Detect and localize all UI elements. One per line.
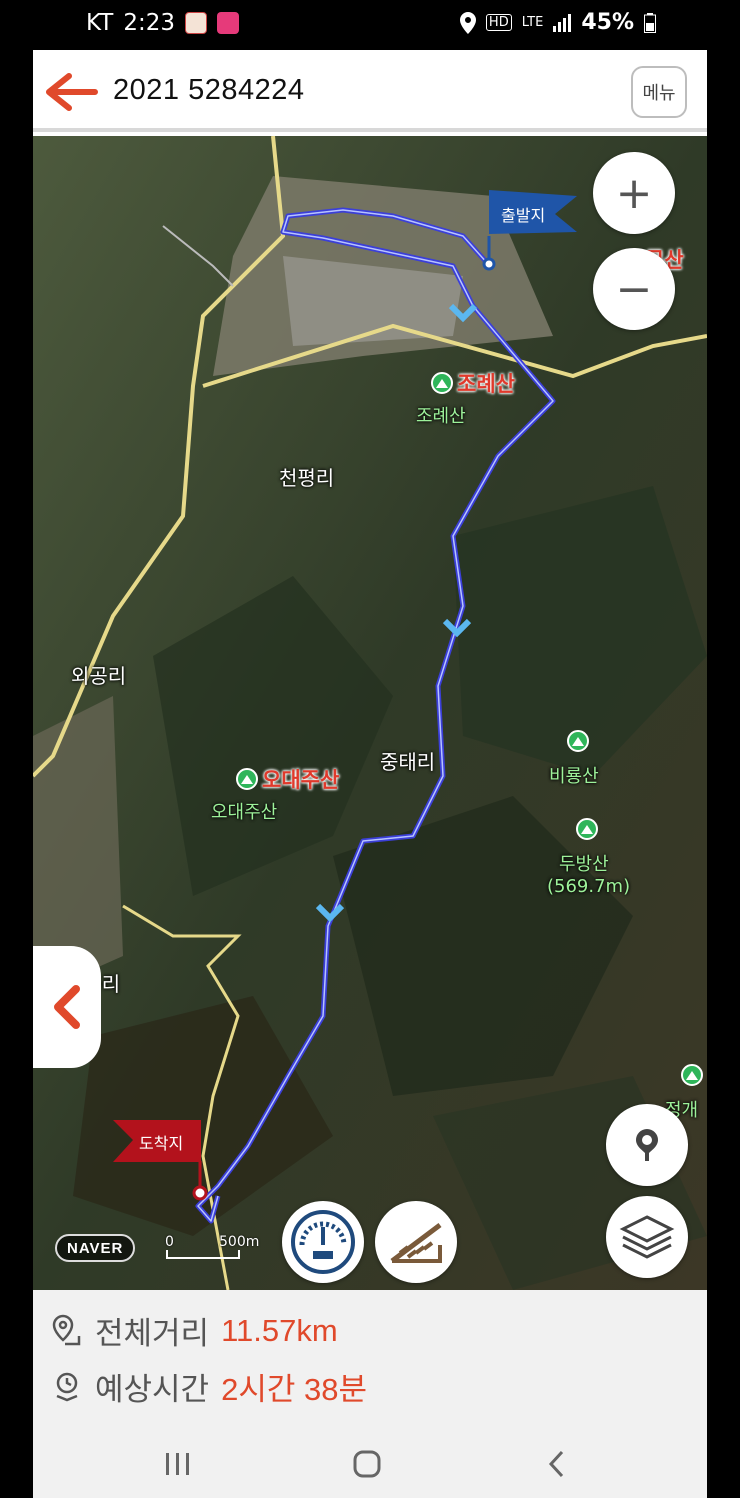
mountain-marker[interactable]: 오대주산	[236, 764, 339, 794]
arrow-left-icon	[46, 73, 98, 111]
notification-tv-icon	[217, 12, 240, 34]
zoom-out-button[interactable]: −	[593, 248, 675, 330]
route-distance-icon	[52, 1314, 81, 1345]
side-panel-toggle[interactable]	[33, 946, 101, 1068]
time-value: 2시간 38분	[221, 1372, 367, 1407]
carrier-label: KT	[86, 10, 114, 36]
mountain-icon[interactable]	[681, 1064, 703, 1086]
distance-label: 전체거리	[95, 1316, 210, 1352]
location-icon	[459, 11, 476, 34]
start-flag-label: 출발지	[501, 206, 546, 225]
end-flag-label: 도착지	[139, 1134, 184, 1153]
map-view[interactable]: 출발지 도착지 천평리 외공리 중태리 내공리 조례산 조례산 오대주산 오대주…	[33, 136, 707, 1290]
start-point	[482, 257, 496, 271]
back-nav-button[interactable]	[536, 1444, 576, 1484]
back-chevron-icon	[548, 1450, 564, 1478]
back-button[interactable]	[45, 72, 101, 112]
hd-badge: HD	[485, 14, 512, 31]
mountain-label: 오대주산	[211, 802, 278, 823]
time-label: 예상시간	[95, 1372, 210, 1408]
my-location-button[interactable]	[606, 1104, 688, 1186]
clock: 2:23	[123, 10, 176, 36]
start-flag: 출발지	[485, 188, 581, 242]
scale-zero: 0	[165, 1234, 174, 1250]
place-label: 천평리	[279, 466, 335, 490]
menu-button[interactable]: 메뉴	[631, 66, 687, 118]
mountain-label: 두방산	[559, 854, 609, 875]
time-row: 예상시간 2시간 38분	[51, 1364, 367, 1409]
battery-icon	[644, 12, 656, 33]
network-type: LTE	[521, 15, 544, 30]
status-bar: KT 2:23 HD LTE 45%	[0, 0, 740, 50]
layers-icon	[619, 1215, 675, 1259]
mountain-icon[interactable]	[567, 730, 589, 752]
route-summary: 전체거리 11.57km 예상시간 2시간 38분	[33, 1290, 707, 1430]
mountain-height: (569.7m)	[547, 876, 631, 897]
mountain-icon	[236, 768, 258, 790]
distance-row: 전체거리 11.57km	[51, 1308, 338, 1353]
mountain-icon[interactable]	[576, 818, 598, 840]
location-pin-icon	[636, 1129, 658, 1161]
app-bar: 2021 5284224 메뉴	[33, 50, 707, 132]
signal-icon	[553, 13, 572, 32]
clock-pin-icon	[56, 1372, 78, 1401]
place-label: 중태리	[380, 750, 436, 774]
home-icon	[353, 1450, 381, 1478]
slope-icon	[390, 1223, 442, 1263]
end-point	[192, 1185, 208, 1201]
elevation-profile-button[interactable]	[375, 1201, 457, 1283]
home-button[interactable]	[347, 1444, 387, 1484]
battery-percent: 45%	[581, 10, 634, 35]
speedometer-icon	[291, 1210, 355, 1274]
mountain-marker[interactable]: 조례산	[431, 368, 515, 398]
app-frame: 2021 5284224 메뉴 출발지 도착지 천평리 외공리 중태리 조례산 …	[33, 50, 707, 1498]
place-label: 외공리	[71, 664, 127, 688]
chevron-left-icon	[54, 985, 80, 1029]
distance-value: 11.57km	[221, 1312, 338, 1348]
mountain-label: 조례산	[416, 406, 466, 427]
system-nav-bar	[33, 1430, 707, 1498]
zoom-in-button[interactable]: +	[593, 152, 675, 234]
scale-bar: 0 500m	[163, 1234, 263, 1262]
speedometer-button[interactable]	[282, 1201, 364, 1283]
end-flag: 도착지	[109, 1118, 205, 1168]
mountain-icon	[431, 372, 453, 394]
recent-apps-button[interactable]	[158, 1444, 198, 1484]
scale-distance: 500m	[219, 1234, 260, 1250]
naver-attribution: NAVER	[55, 1234, 136, 1262]
mountain-label: 비룡산	[549, 766, 599, 787]
mountain-name: 조례산	[457, 372, 515, 396]
recent-apps-icon	[166, 1453, 189, 1475]
notification-app-icon	[185, 12, 208, 34]
page-title: 2021 5284224	[113, 74, 305, 106]
mountain-name: 오대주산	[262, 768, 340, 792]
map-layers-button[interactable]	[606, 1196, 688, 1278]
